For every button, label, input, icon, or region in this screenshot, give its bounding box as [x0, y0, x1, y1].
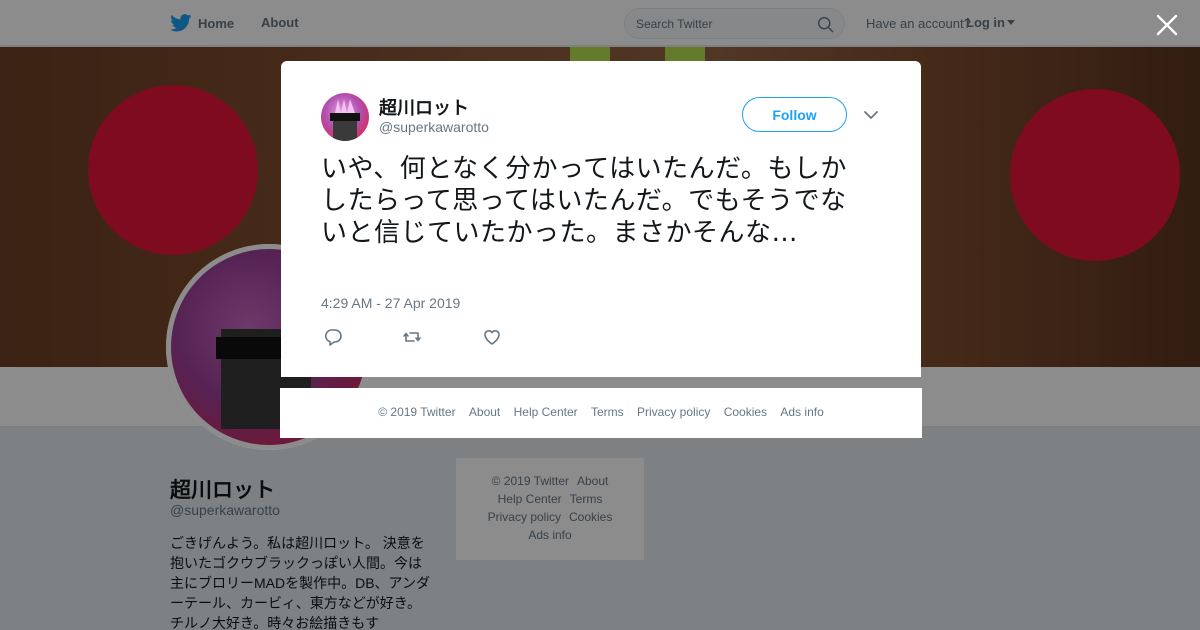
footer-terms-link[interactable]: Terms: [591, 405, 624, 419]
footer-cookies-link[interactable]: Cookies: [724, 405, 767, 419]
tweet-author-handle[interactable]: @superkawarotto: [379, 119, 489, 135]
footer-copyright: © 2019 Twitter: [378, 405, 456, 419]
tweet-modal: 超川ロット @superkawarotto Follow いや、何となく分かって…: [281, 61, 921, 377]
follow-button[interactable]: Follow: [742, 97, 847, 132]
close-icon[interactable]: [1154, 12, 1180, 38]
footer-help-link[interactable]: Help Center: [514, 405, 578, 419]
heart-icon[interactable]: [482, 327, 502, 347]
tweet-text: いや、何となく分かってはいたんだ。もしかしたらって思ってはいたんだ。でもそうでな…: [321, 154, 847, 248]
avatar-figure: [333, 121, 357, 141]
tweet-timestamp[interactable]: 4:29 AM - 27 Apr 2019: [321, 295, 460, 311]
footer-about-link[interactable]: About: [469, 405, 500, 419]
chevron-down-icon[interactable]: [863, 108, 879, 122]
footer-privacy-link[interactable]: Privacy policy: [637, 405, 710, 419]
tweet-author-avatar[interactable]: [321, 93, 369, 141]
reply-icon[interactable]: [323, 327, 343, 347]
modal-footer: © 2019 Twitter About Help Center Terms P…: [280, 388, 922, 438]
retweet-icon[interactable]: [402, 327, 422, 347]
avatar-figure: [330, 113, 360, 121]
footer-ads-link[interactable]: Ads info: [780, 405, 823, 419]
tweet-author-name[interactable]: 超川ロット: [379, 94, 469, 120]
avatar-figure: [335, 99, 355, 113]
